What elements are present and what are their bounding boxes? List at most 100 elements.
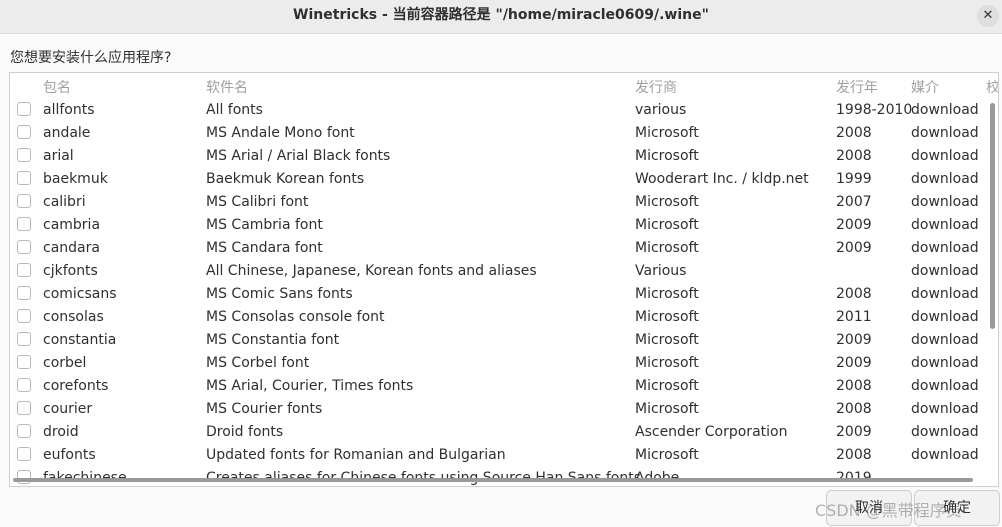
window-title: Winetricks - 当前容器路径是 "/home/miracle0609/… xyxy=(293,7,709,23)
list-item[interactable]: courier MS Courier fonts Microsoft 2008 down… xyxy=(10,398,998,421)
list-item[interactable]: consolas MS Consolas console font Microsof… xyxy=(10,306,998,329)
row-checkbox[interactable] xyxy=(17,125,31,139)
package-name-cell: baekmuk xyxy=(43,171,108,187)
row-checkbox[interactable] xyxy=(17,217,31,231)
publisher-cell: Microsoft xyxy=(635,125,699,141)
publisher-cell: Microsoft xyxy=(635,240,699,256)
row-checkbox[interactable] xyxy=(17,401,31,415)
media-cell: download xyxy=(911,240,979,256)
package-name-cell: calibri xyxy=(43,194,86,210)
list-item[interactable]: fakechineseCreates aliases for Chinese f… xyxy=(10,467,998,486)
package-list[interactable]: 包名 软件名 发行商 发行年 媒介 校 allfonts All fonts var… xyxy=(9,72,999,487)
row-checkbox[interactable] xyxy=(17,309,31,323)
software-name-cell: MS Corbel font xyxy=(206,355,310,371)
list-item[interactable]: andale MS Andale Mono font Microsoft 2008 do… xyxy=(10,122,998,145)
row-checkbox[interactable] xyxy=(17,286,31,300)
list-item[interactable]: cjkfonts All Chinese, Japanese, Korean fo… xyxy=(10,260,998,283)
media-cell: download xyxy=(911,332,979,348)
software-name-cell: MS Candara font xyxy=(206,240,323,256)
publisher-cell: various xyxy=(635,102,687,118)
package-name-cell: allfonts xyxy=(43,102,95,118)
release-year-cell: 2008 xyxy=(836,286,872,302)
release-year-cell: 2011 xyxy=(836,309,872,325)
package-name-cell: corbel xyxy=(43,355,87,371)
list-item[interactable]: allfonts All fonts various 1998-2010 downloa… xyxy=(10,99,998,122)
publisher-cell: Microsoft xyxy=(635,355,699,371)
media-cell: download xyxy=(911,171,979,187)
horizontal-scrollbar[interactable] xyxy=(13,478,973,482)
publisher-cell: Microsoft xyxy=(635,332,699,348)
vertical-scrollbar[interactable] xyxy=(990,103,995,329)
release-year-cell: 2007 xyxy=(836,194,872,210)
list-item[interactable]: cambria MS Cambria font Microsoft 2009 downl… xyxy=(10,214,998,237)
row-checkbox[interactable] xyxy=(17,447,31,461)
cancel-button[interactable]: 取消 xyxy=(826,490,912,526)
publisher-cell: Microsoft xyxy=(635,286,699,302)
media-cell: download xyxy=(911,401,979,417)
software-name-cell: MS Calibri font xyxy=(206,194,309,210)
package-name-cell: cjkfonts xyxy=(43,263,98,279)
list-item[interactable]: candara MS Candara font Microsoft 2009 downl… xyxy=(10,237,998,260)
list-item[interactable]: corefonts MS Arial, Courier, Times fonts M… xyxy=(10,375,998,398)
media-cell: download xyxy=(911,217,979,233)
column-header-media[interactable]: 媒介 xyxy=(911,77,939,97)
row-checkbox[interactable] xyxy=(17,263,31,277)
row-checkbox[interactable] xyxy=(17,240,31,254)
list-item[interactable]: corbel MS Corbel font Microsoft 2009 downloa… xyxy=(10,352,998,375)
software-name-cell: Droid fonts xyxy=(206,424,284,440)
publisher-cell: Various xyxy=(635,263,687,279)
list-item[interactable]: arial MS Arial / Arial Black fonts Microso… xyxy=(10,145,998,168)
close-button[interactable]: ✕ xyxy=(977,5,999,27)
row-checkbox[interactable] xyxy=(17,194,31,208)
list-item[interactable]: constantia MS Constantia font Microsoft 200… xyxy=(10,329,998,352)
row-checkbox[interactable] xyxy=(17,424,31,438)
release-year-cell: 2008 xyxy=(836,125,872,141)
row-checkbox[interactable] xyxy=(17,102,31,116)
package-name-cell: cambria xyxy=(43,217,101,233)
package-name-cell: arial xyxy=(43,148,74,164)
release-year-cell: 2009 xyxy=(836,355,872,371)
row-checkbox[interactable] xyxy=(17,148,31,162)
software-name-cell: MS Consolas console font xyxy=(206,309,385,325)
row-checkbox[interactable] xyxy=(17,171,31,185)
list-item[interactable]: calibri MS Calibri font Microsoft 2007 downl… xyxy=(10,191,998,214)
list-item[interactable]: droid Droid fonts Ascender Corporation 2009… xyxy=(10,421,998,444)
package-name-cell: candara xyxy=(43,240,100,256)
package-name-cell: eufonts xyxy=(43,447,96,463)
prompt-label: 您想要安装什么应用程序? xyxy=(10,50,172,66)
list-item[interactable]: baekmuk Baekmuk Korean fonts Wooderart Inc… xyxy=(10,168,998,191)
row-checkbox[interactable] xyxy=(17,355,31,369)
media-cell: download xyxy=(911,102,979,118)
release-year-cell: 2008 xyxy=(836,148,872,164)
software-name-cell: All fonts xyxy=(206,102,263,118)
row-checkbox[interactable] xyxy=(17,378,31,392)
media-cell: download xyxy=(911,447,979,463)
software-name-cell: MS Comic Sans fonts xyxy=(206,286,353,302)
release-year-cell: 1999 xyxy=(836,171,872,187)
media-cell: download xyxy=(911,286,979,302)
column-header-more[interactable]: 校 xyxy=(986,77,998,97)
title-bar: Winetricks - 当前容器路径是 "/home/miracle0609/… xyxy=(0,0,1002,34)
row-checkbox[interactable] xyxy=(17,332,31,346)
publisher-cell: Ascender Corporation xyxy=(635,424,788,440)
media-cell: download xyxy=(911,125,979,141)
publisher-cell: Microsoft xyxy=(635,194,699,210)
column-header-year[interactable]: 发行年 xyxy=(836,77,878,97)
media-cell: download xyxy=(911,424,979,440)
list-item[interactable]: eufonts Updated fonts for Romanian and Bu… xyxy=(10,444,998,467)
release-year-cell: 2008 xyxy=(836,378,872,394)
release-year-cell: 2009 xyxy=(836,240,872,256)
column-header-package[interactable]: 包名 xyxy=(43,77,71,97)
column-header-name[interactable]: 软件名 xyxy=(206,77,248,97)
release-year-cell: 2008 xyxy=(836,447,872,463)
publisher-cell: Microsoft xyxy=(635,309,699,325)
software-name-cell: MS Courier fonts xyxy=(206,401,323,417)
media-cell: download xyxy=(911,194,979,210)
software-name-cell: MS Constantia font xyxy=(206,332,340,348)
package-name-cell: consolas xyxy=(43,309,104,325)
ok-button[interactable]: 确定 xyxy=(914,490,1000,526)
list-item[interactable]: comicsans MS Comic Sans fonts Microsoft 200… xyxy=(10,283,998,306)
column-header-publisher[interactable]: 发行商 xyxy=(635,77,677,97)
list-rows: allfonts All fonts various 1998-2010 downloa… xyxy=(10,99,998,486)
media-cell: download xyxy=(911,148,979,164)
